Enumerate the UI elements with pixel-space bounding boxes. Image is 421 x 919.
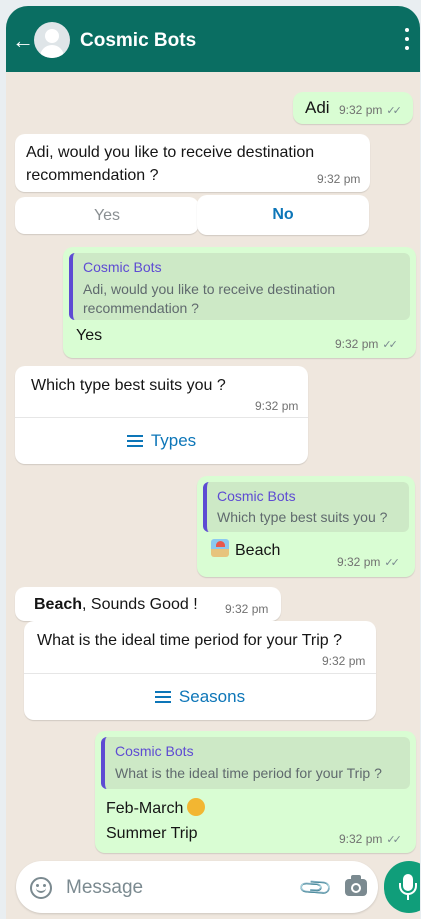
quoted-sender: Cosmic Bots [115,743,194,759]
double-check-icon: ✓✓ [382,339,398,351]
message-time: 9:32 pm ✓✓ [339,103,402,117]
outgoing-reply-message[interactable]: Cosmic Bots Which type best suits you ? … [197,476,415,577]
back-arrow-icon[interactable]: ← [12,30,34,52]
message-input[interactable]: Message [66,877,143,899]
quoted-sender: Cosmic Bots [217,488,296,504]
outgoing-message[interactable]: Adi 9:32 pm ✓✓ [293,92,413,124]
quoted-message[interactable]: Cosmic Bots What is the ideal time perio… [101,737,410,789]
smiley-icon[interactable] [30,877,52,899]
list-button-label: Types [150,431,197,450]
list-icon [154,691,171,703]
quoted-text: Which type best suits you ? [217,509,388,525]
quoted-text: Adi, would you like to receive destinati… [83,281,336,316]
message-time: 9:32 pm [322,654,366,668]
quoted-message[interactable]: Cosmic Bots Which type best suits you ? [203,482,409,532]
message-text: Adi [305,98,330,117]
message-text-line2: Summer Trip [106,825,198,842]
quoted-message[interactable]: Cosmic Bots Adi, would you like to recei… [69,253,410,320]
avatar-icon[interactable] [34,22,70,58]
message-time: 9:32 pm [255,399,299,413]
incoming-list-message[interactable]: Which type best suits you ? 9:32 pm Type… [15,366,308,464]
incoming-message[interactable]: Beach, Sounds Good ! 9:32 pm [15,587,281,621]
more-vert-icon[interactable] [404,28,410,50]
mic-button[interactable] [384,861,420,913]
message-text: Beach, Sounds Good ! [34,596,198,613]
incoming-message[interactable]: Adi, would you like to receive destinati… [15,134,370,192]
outgoing-reply-message[interactable]: Cosmic Bots What is the ideal time perio… [95,731,416,853]
no-button[interactable]: No [197,195,369,235]
smiley-emoji-icon [187,798,206,816]
message-text: Which type best suits you ? [31,377,226,394]
message-time: 9:32 pm ✓✓ [339,832,402,846]
double-check-icon: ✓✓ [386,105,402,117]
quoted-text: What is the ideal time period for your T… [115,765,382,781]
message-composer[interactable]: Message 📎 [16,861,378,913]
list-button-label: Seasons [178,687,246,706]
message-text: Yes [76,327,103,344]
message-time: 9:32 pm ✓✓ [337,555,400,569]
double-check-icon: ✓✓ [384,557,400,569]
double-check-icon: ✓✓ [386,834,402,846]
attach-icon[interactable]: 📎 [297,869,335,907]
message-text: Adi, would you like to receive destinati… [26,144,315,184]
seasons-list-button[interactable]: Seasons [24,674,376,720]
message-time: 9:32 pm ✓✓ [335,337,398,351]
message-text-line1: Feb-March [106,797,206,820]
quoted-sender: Cosmic Bots [83,259,162,275]
types-list-button[interactable]: Types [15,418,308,464]
chat-header: ← Cosmic Bots [6,6,420,72]
message-time: 9:32 pm [317,172,361,186]
list-icon [126,435,143,447]
beach-icon [211,539,229,557]
outgoing-reply-message[interactable]: Cosmic Bots Adi, would you like to recei… [63,247,416,358]
incoming-list-message[interactable]: What is the ideal time period for your T… [24,621,376,720]
yes-button[interactable]: Yes [15,197,199,234]
message-text: What is the ideal time period for your T… [37,632,343,649]
message-text: Beach [211,539,280,562]
chat-title[interactable]: Cosmic Bots [80,30,196,52]
chat-screen: ← Cosmic Bots Adi 9:32 pm ✓✓ Adi, would y… [6,6,420,919]
camera-icon[interactable] [345,875,367,896]
message-time: 9:32 pm [225,602,269,616]
